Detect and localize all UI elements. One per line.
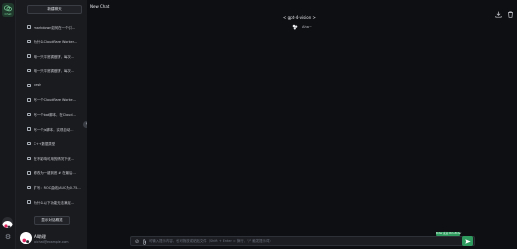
chat-title: New Chat [90,4,110,9]
conversation-item[interactable]: 为什么Cloudflare Worker… [27,39,87,45]
conversation-summary-button[interactable]: 显示对话概览 [34,216,70,225]
chat-bubble-icon [27,156,31,161]
conversation-label: 写一个bat脚本，在Cloud… [33,113,76,118]
conversation-label: 用一只平底锅做饼，每次… [33,54,75,59]
chat-bubble-icon [27,185,31,190]
chat-bubble-icon [27,39,31,44]
conversation-item[interactable]: C++数据类型 [27,141,87,147]
conversation-label: cesh [33,83,42,88]
send-icon [464,238,471,244]
conversation-label: 修改为一键到底 # 在最后… [33,171,76,176]
assistant-avatar-small [2,217,13,228]
conversation-item[interactable]: 为什么以下功能无法满足… [27,199,87,205]
assistant-logo-icon [292,24,298,30]
conversation-item[interactable]: 写一个Cloudflare Worke… [27,97,87,103]
chat-bubble-icon [27,171,31,175]
attach-icon[interactable] [141,238,147,245]
model-selector[interactable]: < gpt-4-vision > [283,15,316,20]
conversation-label: 在不影响可用的情况下优… [33,156,75,161]
conversation-label: 写一个js脚本，实现自动… [33,127,74,132]
conversation-label: C++数据类型 [33,142,56,147]
conversation-label: 为什么Cloudflare Worker… [33,40,78,45]
new-chat-button[interactable]: 新建聊天 [27,5,82,14]
chat-brand-button[interactable]: Chat [2,3,14,17]
conversation-label: 写一个Cloudflare Worke… [33,98,77,103]
assistant-name: Aha~ [302,25,312,29]
conversation-item[interactable]: 在不影响可用的情况下优… [27,155,87,161]
chat-bubble-icon [27,54,31,58]
conversation-item[interactable]: 修改为一键到底 # 在最后… [27,170,87,176]
conversation-item[interactable]: markdown如何在一个引… [27,24,87,30]
conversation-item[interactable]: 扩写：ROC曲线(AUC为0.75… [27,185,87,191]
brand-caption: Chat [4,11,12,16]
conversation-label: 为什么以下功能无法满足… [33,200,75,205]
assistant-greeting: Aha~ [292,24,312,30]
user-email: aichat@example.com [34,240,69,244]
sidebar: 新建聊天 markdown如何在一个引… 为什么Cloudflare Worker… [16,0,97,249]
chat-input[interactable] [149,237,449,245]
send-button[interactable] [462,236,473,246]
chat-bubble-icon [27,112,31,117]
conversation-item[interactable]: cesh [27,82,87,88]
conversation-label: markdown如何在一个引… [33,25,76,30]
conversation-item[interactable]: 写一个bat脚本，在Cloud… [27,112,87,118]
conversation-list: markdown如何在一个引… 为什么Cloudflare Worker… 用一只平… [27,24,87,214]
conversation-label: 扩写：ROC曲线(AUC为0.75… [33,186,81,191]
conversation-item[interactable]: 用一只平底锅做饼，每次… [27,53,87,59]
conversation-item[interactable]: 用一只平底锅做饼，每次… [27,68,87,74]
chat-main: New Chat < gpt-4-vision > Aha~ Enter 发送 … [87,0,517,249]
chat-bubble-icon [27,69,31,73]
chat-bubble-icon [27,83,31,88]
chat-input-bar: ⊘ [130,236,475,246]
conversation-item[interactable]: 写一个js脚本，实现自动… [27,126,87,132]
trash-icon[interactable] [507,3,514,18]
chat-bubble-icon [27,142,31,146]
clear-context-icon[interactable]: ⊘ [134,239,140,245]
chat-bubble-icon [27,25,31,29]
left-rail: Chat ⚙ [0,0,16,249]
chat-bubble-icon [27,127,31,131]
conversation-label: 用一只平底锅做饼，每次… [33,69,75,74]
chat-brand-icon [4,4,12,11]
download-icon[interactable] [495,3,502,18]
user-avatar[interactable] [20,232,32,244]
gear-icon[interactable]: ⚙ [4,233,12,241]
app-window: Chat ⚙ 新建聊天 markdown如何在一个引… 为什么Cloudflare… [0,0,517,249]
chat-bubble-icon [27,98,31,102]
chat-bubble-icon [27,200,31,204]
